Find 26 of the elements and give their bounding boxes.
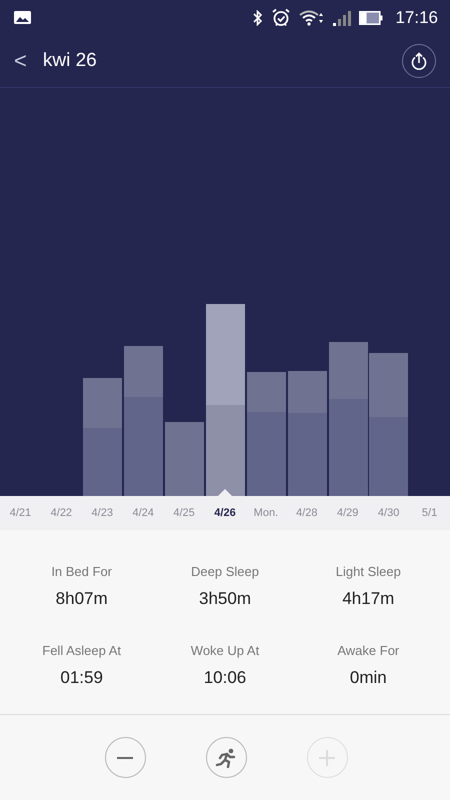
date-tab[interactable]: 4/24 <box>122 507 164 519</box>
date-tab[interactable]: 4/22 <box>40 507 82 519</box>
date-tab[interactable]: Mon. <box>245 507 286 519</box>
stat-label: Woke Up At <box>190 643 260 658</box>
date-tab[interactable]: 4/21 <box>0 507 41 519</box>
date-tab[interactable]: 5/1 <box>409 507 450 519</box>
stat-value: 3h50m <box>199 589 251 609</box>
date-tab[interactable]: 4/30 <box>368 507 410 519</box>
clock-time: 17:16 <box>395 8 438 28</box>
stat-value: 0min <box>350 668 387 688</box>
back-button[interactable]: < <box>14 48 27 74</box>
stat-label: In Bed For <box>51 564 112 579</box>
date-tab[interactable]: 4/26 <box>204 507 246 519</box>
stat-label: Fell Asleep At <box>42 643 122 658</box>
date-tab[interactable]: 4/28 <box>286 507 328 519</box>
stat-label: Awake For <box>337 643 400 658</box>
stat-value: 4h17m <box>342 589 394 609</box>
stat-label: Light Sleep <box>336 564 401 579</box>
stat-value: 8h07m <box>56 589 108 609</box>
stat-label: Deep Sleep <box>191 564 259 579</box>
stat-value: 10:06 <box>204 668 246 688</box>
date-tab[interactable]: 4/25 <box>164 507 205 519</box>
stat-value: 01:59 <box>60 668 103 688</box>
page-title: kwi 26 <box>42 50 98 72</box>
date-tab[interactable]: 4/29 <box>327 507 368 519</box>
date-tab[interactable]: 4/23 <box>82 507 123 519</box>
